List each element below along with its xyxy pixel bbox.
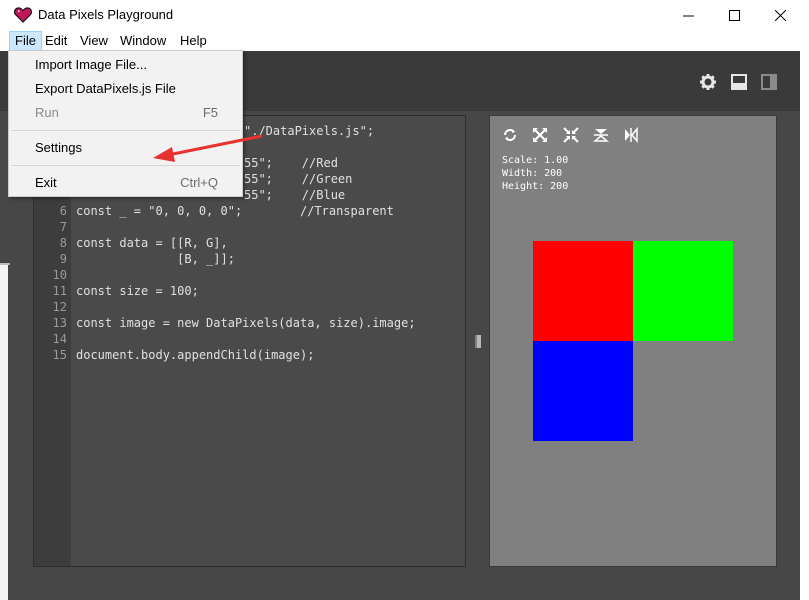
menu-item-label: Exit [35,175,57,190]
code-line: 13 const image = new DataPixels(data, siz… [34,315,467,331]
window-title: Data Pixels Playground [38,7,174,22]
code-text: 55"; //Blue [244,188,346,202]
code-line: 7 [34,219,467,235]
code-line: 15 document.body.appendChild(image); [34,347,467,363]
menu-view[interactable]: View [75,31,113,51]
code-text: 55"; //Red [244,156,338,170]
menu-item-exit[interactable]: Exit Ctrl+Q [9,171,242,195]
line-number: 7 [59,220,67,234]
layout-horizontal-icon[interactable] [730,73,748,91]
close-button[interactable] [757,0,803,31]
code-line: 14 [34,331,467,347]
menu-file[interactable]: File [9,31,42,51]
line-number: 6 [59,204,67,218]
menu-help[interactable]: Help [175,31,212,51]
layout-vertical-icon[interactable] [760,73,778,91]
shortcut-label: F5 [202,105,218,120]
splitter-handle[interactable] [475,335,481,348]
preview-panel: Scale: 1.00 Width: 200 Height: 200 [489,115,777,567]
close-icon [774,10,786,21]
minimize-icon [682,15,694,17]
code-text: [B, _]]; [76,252,235,266]
pixel-block [533,241,633,341]
code-text: const data = [[R, G], [76,236,228,250]
line-number: 9 [59,252,67,266]
shortcut-label: Ctrl+Q [180,175,218,190]
code-text: const size = 100; [76,284,199,298]
code-line: 6 const _ = "0, 0, 0, 0"; //Transparent [34,203,467,219]
menu-item-label: Export DataPixels.js File [35,81,176,96]
line-number: 15 [52,348,67,362]
line-number: 10 [52,268,67,282]
menu-edit[interactable]: Edit [40,31,72,51]
file-menu-dropdown: Import Image File... Export DataPixels.j… [8,50,243,197]
code-text: 55"; //Green [244,172,353,186]
line-number: 8 [59,236,67,250]
menu-item-import-image[interactable]: Import Image File... [9,53,242,77]
menu-item-export-datapixels[interactable]: Export DataPixels.js File [9,77,242,101]
background-window [0,263,8,600]
compress-icon[interactable] [563,127,579,143]
line-number: 14 [52,332,67,346]
code-line: 8 const data = [[R, G], [34,235,467,251]
code-line: 10 [34,267,467,283]
menu-item-label: Import Image File... [35,57,147,72]
title-bar: Data Pixels Playground [0,0,809,31]
code-text: "./DataPixels.js"; [244,124,375,138]
menu-separator [11,165,240,166]
maximize-icon [728,10,740,21]
scale-readout: Scale: 1.00 [502,155,569,166]
line-number: 12 [52,300,67,314]
height-readout: Height: 200 [502,181,569,192]
code-text: const image = new DataPixels(data, size)… [76,316,416,330]
menu-item-settings[interactable]: Settings [9,136,242,160]
menu-item-run: Run F5 [9,101,242,125]
divider [0,263,10,265]
refresh-icon[interactable] [502,127,518,143]
line-number: 11 [52,284,67,298]
code-line: 11 const size = 100; [34,283,467,299]
menu-item-label: Settings [35,140,82,155]
line-number: 13 [52,316,67,330]
minimize-button[interactable] [665,0,711,31]
code-line: 9 [B, _]]; [34,251,467,267]
heart-app-icon [14,7,32,23]
menu-separator [11,130,240,131]
flip-vertical-icon[interactable] [593,127,609,143]
menu-item-label: Run [35,105,59,120]
expand-icon[interactable] [532,127,548,143]
menu-window[interactable]: Window [115,31,171,51]
maximize-button[interactable] [711,0,757,31]
menu-bar: File Edit View Window Help [0,31,809,51]
flip-horizontal-icon[interactable] [623,127,639,143]
code-line: 12 [34,299,467,315]
code-text: document.body.appendChild(image); [76,348,315,362]
code-text: const _ = "0, 0, 0, 0"; //Transparent [76,204,394,218]
gear-icon[interactable] [699,73,717,91]
width-readout: Width: 200 [502,168,563,179]
pixel-block [633,241,733,341]
pixel-block [533,341,633,441]
